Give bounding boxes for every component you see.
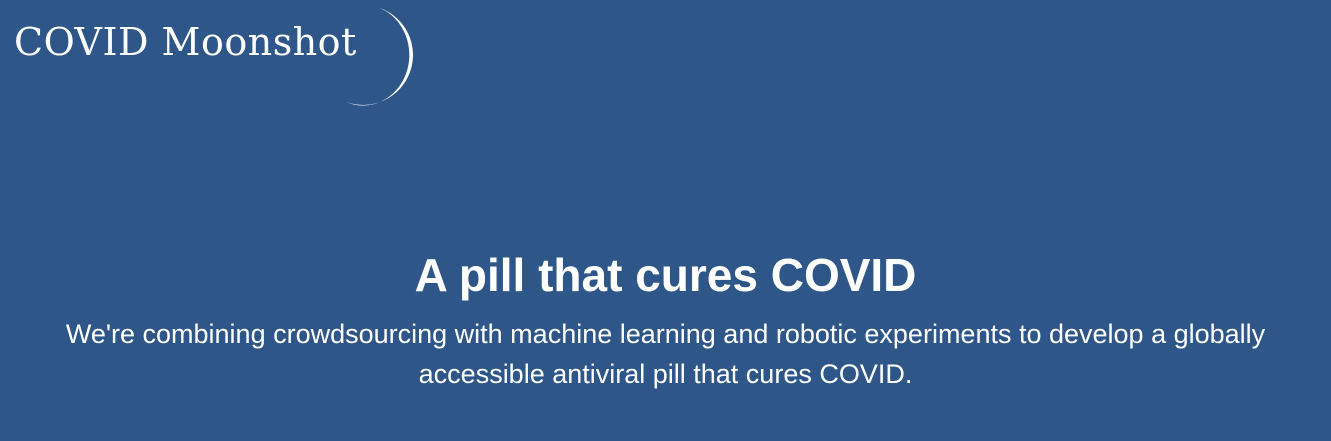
hero-title: A pill that cures COVID [414, 249, 917, 301]
logo-text: COVID Moonshot [14, 20, 357, 64]
hero-subtitle: We're combining crowdsourcing with machi… [65, 319, 1266, 389]
hero-section: A pill that cures COVID We're combining … [0, 244, 1331, 394]
logo-home-link[interactable]: COVID Moonshot [14, 6, 434, 106]
crescent-moon-icon [346, 8, 413, 106]
